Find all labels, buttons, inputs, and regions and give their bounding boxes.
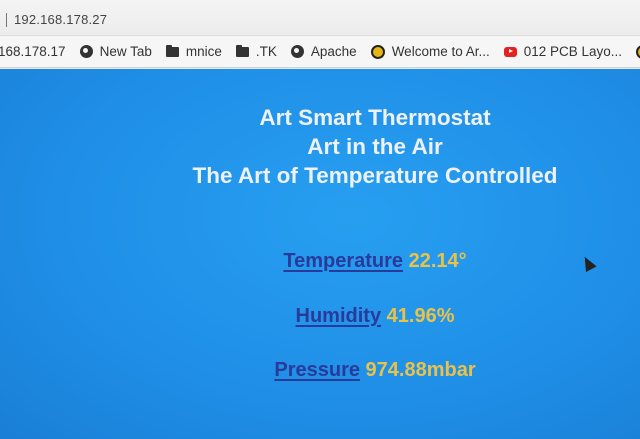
bookmarks-bar: 168.178.17 New Tab mnice .TK Apache Welc… [0,36,640,68]
bookmark-label: 012 PCB Layo... [523,44,623,59]
bookmark-ip[interactable]: 168.178.17 [0,44,66,59]
bookmark-label: 168.178.17 [0,44,66,59]
temperature-value: 22.14° [408,250,467,272]
bee-icon [370,44,385,59]
url-text[interactable]: 192.168.178.27 [14,12,107,27]
bookmark-label: Welcome to Ar... [391,44,490,59]
pressure-link[interactable]: Pressure [274,359,360,381]
bookmark-pcb-layout[interactable]: 012 PCB Layo... [503,44,623,59]
bookmark-overflow[interactable] [636,44,640,59]
bookmark-tk[interactable]: .TK [235,44,277,59]
youtube-icon [503,46,517,57]
page-title: Art Smart Thermostat [259,105,491,130]
page-title-block: Art Smart Thermostat Art in the Air The … [0,103,640,190]
bookmark-label: mnice [185,44,222,59]
bookmark-mnice[interactable]: mnice [165,44,222,59]
screen: 192.168.178.27 168.178.17 New Tab mnice … [0,0,640,439]
temperature-link[interactable]: Temperature [283,250,403,272]
address-bar[interactable]: 192.168.178.27 [0,0,640,36]
temperature-row: Temperature 22.14° [0,250,640,273]
folder-icon [165,44,179,57]
bookmark-apache[interactable]: Apache [290,44,357,59]
folder-icon [235,44,249,57]
pressure-value: 974.88mbar [365,359,476,381]
page-subtitle: Art in the Air [307,134,443,159]
pressure-row: Pressure 974.88mbar [0,359,640,382]
bookmark-welcome[interactable]: Welcome to Ar... [370,44,490,59]
bookmark-label: .TK [255,44,277,59]
humidity-link[interactable]: Humidity [296,305,382,327]
bookmark-label: New Tab [99,44,152,59]
globe-icon [79,45,93,58]
address-bar-divider [6,13,7,27]
page-tagline: The Art of Temperature Controlled [192,163,558,188]
thermostat-page: Art Smart Thermostat Art in the Air The … [0,69,640,439]
humidity-value: 41.96% [386,305,455,327]
bookmark-label: Apache [310,44,357,59]
bee-icon [636,44,640,59]
globe-icon [290,45,304,58]
bookmark-new-tab[interactable]: New Tab [79,44,152,59]
humidity-row: Humidity 41.96% [0,305,640,328]
